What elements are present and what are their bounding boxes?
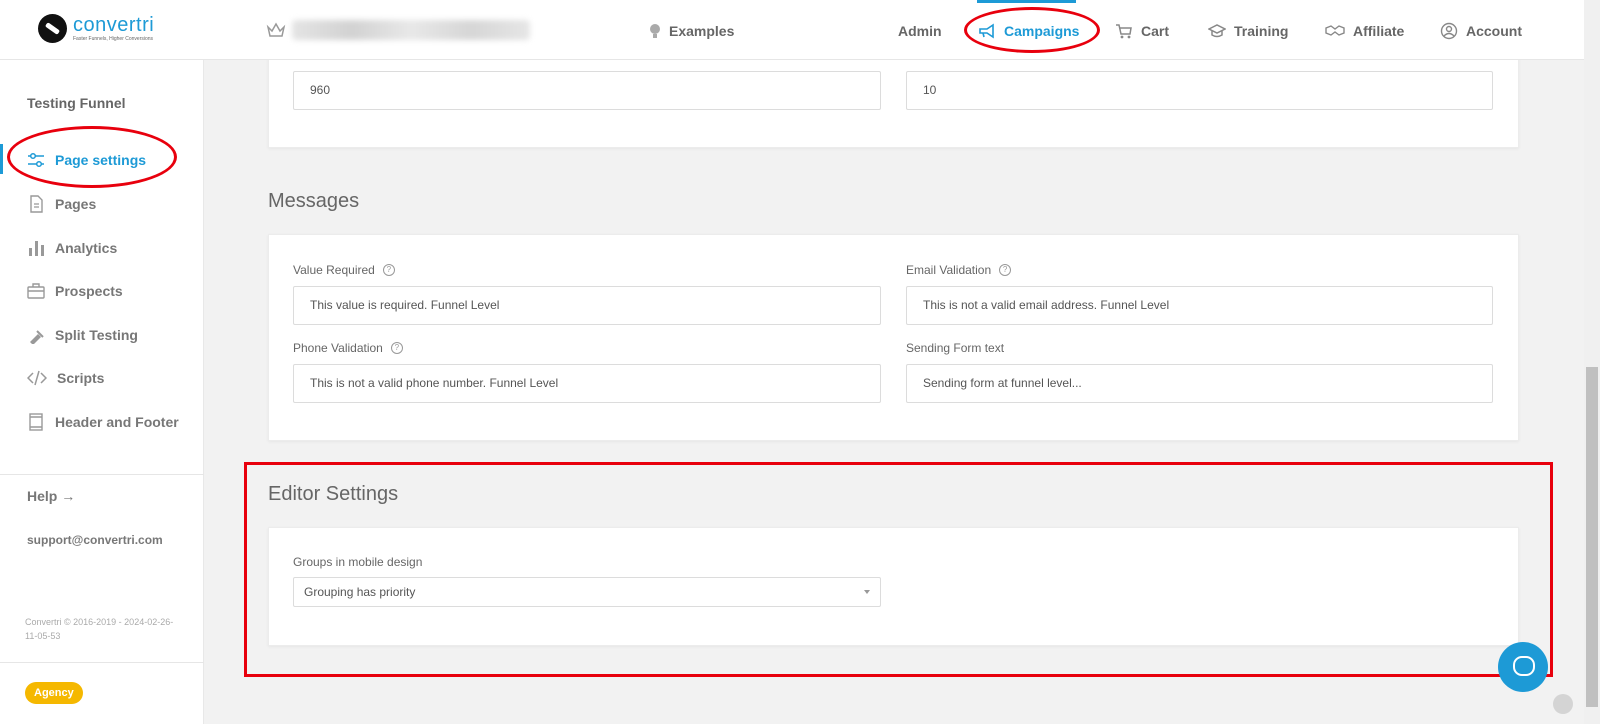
sidebar-item-label: Scripts (57, 370, 105, 386)
phone-validation-input[interactable]: This is not a valid phone number. Funnel… (293, 364, 881, 403)
highlight-ellipse-page-settings (7, 126, 177, 188)
value-required-input[interactable]: This value is required. Funnel Level (293, 286, 881, 325)
flask-icon (30, 330, 44, 344)
sidebar-divider (0, 474, 204, 475)
nav-cart[interactable]: Cart (1115, 20, 1169, 42)
nav-cart-label: Cart (1141, 23, 1170, 39)
sidebar-item-header-footer[interactable]: Header and Footer (0, 409, 204, 435)
nav-examples[interactable]: Examples (649, 20, 734, 42)
sending-form-input[interactable]: Sending form at funnel level... (906, 364, 1493, 403)
cart-icon (1116, 24, 1132, 39)
support-email-link[interactable]: support@convertri.com (27, 533, 163, 547)
chat-bubble-icon[interactable] (1498, 642, 1548, 692)
layout-icon (29, 413, 43, 431)
help-question-icon[interactable]: ? (999, 264, 1012, 276)
sidebar-item-scripts[interactable]: Scripts (0, 365, 204, 391)
sidebar-item-label: Analytics (55, 240, 118, 256)
briefcase-icon (27, 283, 45, 299)
scroll-to-top-button[interactable] (1553, 694, 1573, 714)
help-link[interactable]: Help → (27, 488, 75, 504)
value-required-label-text: Value Required (293, 263, 375, 277)
highlight-ellipse-campaigns (964, 7, 1100, 53)
copyright-text: Convertri © 2016-2019 - 2024-02-26-11-05… (25, 617, 174, 641)
scrollbar-thumb[interactable] (1586, 367, 1598, 707)
sidebar-item-analytics[interactable]: Analytics (0, 235, 204, 261)
nav-affiliate[interactable]: Affiliate (1325, 20, 1404, 42)
nav-account[interactable]: Account (1440, 20, 1522, 42)
help-question-icon[interactable]: ? (382, 264, 395, 276)
nav-affiliate-label: Affiliate (1353, 23, 1405, 39)
sidebar-item-split-testing[interactable]: Split Testing (0, 322, 204, 348)
user-circle-icon (1440, 22, 1458, 40)
phone-validation-label: Phone Validation ? (293, 341, 403, 355)
top-navigation-bar: convertri Faster Funnels, Higher Convers… (0, 0, 1584, 60)
email-validation-input[interactable]: This is not a valid email address. Funne… (906, 286, 1493, 325)
highlight-box-editor-settings (244, 462, 1553, 677)
page-width-input[interactable]: 960 (293, 71, 881, 110)
sidebar-divider-bottom (0, 662, 204, 663)
blurred-funnel-name (292, 20, 530, 40)
nav-account-label: Account (1466, 23, 1522, 39)
page-dimensions-card: 960 10 (268, 50, 1519, 148)
funnel-title: Testing Funnel (27, 95, 126, 111)
nav-training-label: Training (1234, 23, 1289, 39)
convertri-logo[interactable]: convertri Faster Funnels, Higher Convers… (38, 14, 154, 43)
sidebar-item-pages[interactable]: Pages (0, 191, 204, 217)
handshake-icon (1325, 25, 1345, 36)
phone-validation-label-text: Phone Validation (293, 341, 383, 355)
sidebar-item-label: Split Testing (55, 327, 138, 343)
graduation-cap-icon (1208, 24, 1226, 38)
sidebar-item-label: Pages (55, 196, 97, 212)
help-question-icon[interactable]: ? (390, 342, 403, 354)
nav-examples-label: Examples (669, 23, 735, 39)
code-icon (27, 370, 47, 386)
email-validation-label-text: Email Validation (906, 263, 992, 277)
logo-name: convertri (73, 14, 155, 36)
value-required-label: Value Required ? (293, 263, 395, 277)
logo-tagline: Faster Funnels, Higher Conversions (73, 36, 154, 42)
document-icon (30, 195, 43, 213)
bar-chart-icon (29, 241, 44, 256)
logo-mark-icon (38, 14, 67, 43)
sidebar-item-label: Header and Footer (55, 414, 179, 430)
nav-admin[interactable]: Admin (898, 20, 942, 42)
messages-card: Value Required ? This value is required.… (268, 234, 1519, 441)
page-second-value-input[interactable]: 10 (906, 71, 1493, 110)
nav-admin-label: Admin (898, 23, 942, 39)
crown-icon (266, 22, 286, 37)
sidebar-item-prospects[interactable]: Prospects (0, 278, 204, 304)
sidebar-item-label: Prospects (55, 283, 123, 299)
messages-section-title: Messages (268, 190, 360, 212)
sending-form-label: Sending Form text (906, 341, 1004, 355)
plan-badge: Agency (25, 682, 83, 704)
lightbulb-icon (650, 24, 660, 38)
email-validation-label: Email Validation ? (906, 263, 1012, 277)
nav-training[interactable]: Training (1208, 20, 1288, 42)
sending-form-label-text: Sending Form text (906, 341, 1005, 355)
active-nav-indicator (977, 0, 1076, 3)
